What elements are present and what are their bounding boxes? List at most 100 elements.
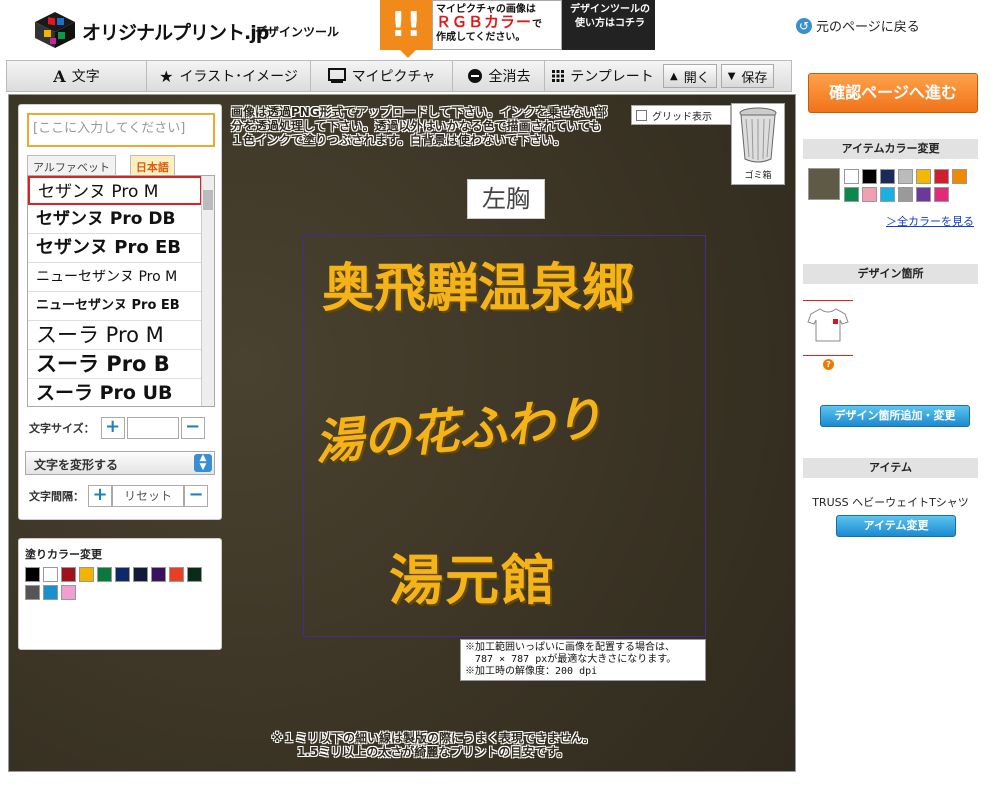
banner-line2-suffix: で bbox=[532, 19, 543, 30]
item-color-swatch[interactable] bbox=[880, 187, 895, 202]
size-input[interactable] bbox=[126, 417, 179, 439]
item-color-swatch[interactable] bbox=[898, 187, 913, 202]
font-item[interactable]: セザンヌ Pro DB bbox=[28, 205, 202, 234]
design-text-line-1[interactable]: 奥飛騨温泉郷 bbox=[322, 246, 634, 321]
grid-toggle[interactable]: グリッド表示 bbox=[631, 105, 731, 125]
open-label: 開く bbox=[683, 70, 710, 86]
scrollbar-thumb[interactable] bbox=[203, 190, 213, 210]
tshirt-icon bbox=[807, 308, 849, 342]
help-icon[interactable]: ? bbox=[823, 359, 834, 370]
toolbar-mypicture-label: マイピクチャ bbox=[351, 69, 436, 85]
trash-label: ゴミ箱 bbox=[744, 171, 772, 181]
line-width-notice-1: ※１ミリ以下の細い線は製版の際にうまく表現できません。 bbox=[271, 731, 595, 745]
monitor-icon bbox=[327, 68, 346, 83]
site-logo[interactable]: オリジナルプリント.jp デザインツール bbox=[30, 10, 350, 50]
item-color-swatch[interactable] bbox=[916, 187, 931, 202]
grid-checkbox[interactable] bbox=[636, 109, 647, 121]
item-color-swatch[interactable] bbox=[934, 169, 949, 184]
print-area[interactable]: 奥飛騨温泉郷 湯の花ふわり 湯元館 bbox=[303, 235, 706, 637]
toolbar-text-button[interactable]: A 文字 bbox=[7, 61, 147, 91]
down-arrow-icon: ▼ bbox=[727, 70, 736, 82]
fill-color-swatch[interactable] bbox=[115, 567, 130, 582]
help-link[interactable]: デザインツールの使い方はコチラ bbox=[567, 3, 653, 47]
open-button[interactable]: ▲ 開く bbox=[663, 64, 717, 88]
warning-icon: !! bbox=[380, 0, 432, 50]
fill-color-swatch[interactable] bbox=[25, 567, 40, 582]
fill-color-swatch[interactable] bbox=[79, 567, 94, 582]
save-label: 保存 bbox=[741, 70, 768, 86]
trash-button[interactable]: ゴミ箱 bbox=[731, 103, 785, 185]
size-note: ※加工範囲いっぱいに画像を配置する場合は、 787 × 787 pxが最適な大き… bbox=[460, 639, 706, 681]
fill-color-swatches bbox=[25, 567, 215, 600]
design-place-thumbnail[interactable]: ? bbox=[803, 300, 853, 370]
banner-pointer bbox=[400, 50, 416, 58]
item-color-title: アイテムカラー変更 bbox=[803, 139, 978, 159]
toolbar-mypicture-button[interactable]: マイピクチャ bbox=[311, 61, 453, 91]
fill-color-swatch[interactable] bbox=[43, 567, 58, 582]
change-item-button[interactable]: アイテム変更 bbox=[836, 515, 956, 537]
fill-color-swatch[interactable] bbox=[187, 567, 202, 582]
text-panel: [ここに入力してください] アルファベット 日本語 セザンヌ Pro M セザン… bbox=[18, 104, 222, 520]
save-button[interactable]: ▼ 保存 bbox=[720, 64, 775, 88]
spacing-increase-button[interactable]: + bbox=[88, 485, 112, 507]
item-title: アイテム bbox=[803, 458, 978, 478]
item-name: TRUSS ヘビーウェイトTシャツ bbox=[812, 496, 969, 509]
back-arrow-icon: ↺ bbox=[796, 17, 812, 34]
fill-color-swatch[interactable] bbox=[43, 585, 58, 600]
fill-color-swatch[interactable] bbox=[97, 567, 112, 582]
design-text-line-3[interactable]: 湯元館 bbox=[389, 536, 557, 615]
font-list-scrollbar[interactable] bbox=[201, 176, 214, 406]
line-width-notice-2: 1.5ミリ以上の太さが綺麗なプリントの目安です。 bbox=[296, 745, 570, 759]
item-color-swatch[interactable] bbox=[862, 187, 877, 202]
fill-color-swatch[interactable] bbox=[169, 567, 184, 582]
spacing-reset-button[interactable]: リセット bbox=[112, 485, 184, 507]
minus-circle-icon bbox=[467, 69, 482, 83]
tab-alphabet[interactable]: アルファベット bbox=[27, 155, 116, 175]
header: オリジナルプリント.jp デザインツール !! マイピクチャの画像は ＲＧＢカラ… bbox=[0, 0, 996, 58]
item-color-swatch[interactable] bbox=[880, 169, 895, 184]
text-icon: A bbox=[53, 66, 66, 86]
font-item[interactable]: ニューセザンヌ Pro M bbox=[28, 263, 202, 292]
item-color-swatch[interactable] bbox=[844, 169, 859, 184]
font-item[interactable]: スーラ Pro UB bbox=[28, 379, 202, 406]
grid-label: グリッド表示 bbox=[652, 111, 712, 123]
size-note-line: 787 × 787 pxが最適な大きさになります。 bbox=[465, 654, 677, 665]
fill-color-swatch[interactable] bbox=[61, 585, 76, 600]
back-to-page-link[interactable]: ↺ 元のページに戻る bbox=[796, 16, 920, 35]
toolbar-illust-button[interactable]: ★ イラスト･イメージ bbox=[147, 61, 311, 91]
cube-logo-icon bbox=[35, 12, 75, 48]
item-color-swatch[interactable] bbox=[952, 169, 967, 184]
letter-spacing-label: 文字間隔： bbox=[29, 490, 84, 503]
design-text-line-2[interactable]: 湯の花ふわり bbox=[311, 379, 605, 474]
logo-subtitle: デザインツール bbox=[255, 25, 340, 39]
fill-color-swatch[interactable] bbox=[133, 567, 148, 582]
all-colors-link[interactable]: ＞全カラーを見る bbox=[886, 213, 974, 229]
toolbar-illust-label: イラスト･イメージ bbox=[179, 69, 298, 85]
fill-color-swatch[interactable] bbox=[61, 567, 76, 582]
letter-spacing-row: 文字間隔： + リセット − bbox=[29, 485, 208, 507]
tab-japanese[interactable]: 日本語 bbox=[129, 155, 175, 175]
confirm-page-button[interactable]: 確認ページへ進む bbox=[808, 73, 978, 113]
design-tool-app: オリジナルプリント.jp デザインツール !! マイピクチャの画像は ＲＧＢカラ… bbox=[0, 0, 996, 786]
font-item[interactable]: セザンヌ Pro M bbox=[28, 176, 202, 205]
text-input[interactable]: [ここに入力してください] bbox=[27, 113, 215, 147]
item-color-swatch[interactable] bbox=[898, 169, 913, 184]
fill-color-swatch[interactable] bbox=[25, 585, 40, 600]
font-item[interactable]: セザンヌ Pro EB bbox=[28, 234, 202, 263]
item-color-swatch[interactable] bbox=[862, 169, 877, 184]
spacing-decrease-button[interactable]: − bbox=[184, 485, 208, 507]
size-decrease-button[interactable]: − bbox=[180, 417, 205, 439]
item-color-swatch[interactable] bbox=[934, 187, 949, 202]
item-color-swatch[interactable] bbox=[916, 169, 931, 184]
toolbar-clear-all-button[interactable]: 全消去 bbox=[453, 61, 545, 91]
transform-select[interactable]: 文字を変形する ▲ ▼ bbox=[25, 451, 215, 475]
item-color-swatch[interactable] bbox=[844, 187, 859, 202]
font-item[interactable]: スーラ Pro M bbox=[28, 321, 202, 350]
font-item[interactable]: スーラ Pro B bbox=[28, 350, 202, 379]
size-increase-button[interactable]: + bbox=[100, 417, 125, 439]
fill-color-swatch[interactable] bbox=[151, 567, 166, 582]
rgb-notice-banner[interactable]: !! マイピクチャの画像は ＲＧＢカラーで 作成してください。 デザインツールの… bbox=[380, 0, 655, 58]
add-design-place-button[interactable]: デザイン箇所追加・変更 bbox=[820, 405, 970, 427]
toolbar-template-button[interactable]: テンプレート bbox=[545, 61, 661, 91]
font-item[interactable]: ニューセザンヌ Pro EB bbox=[28, 292, 202, 321]
